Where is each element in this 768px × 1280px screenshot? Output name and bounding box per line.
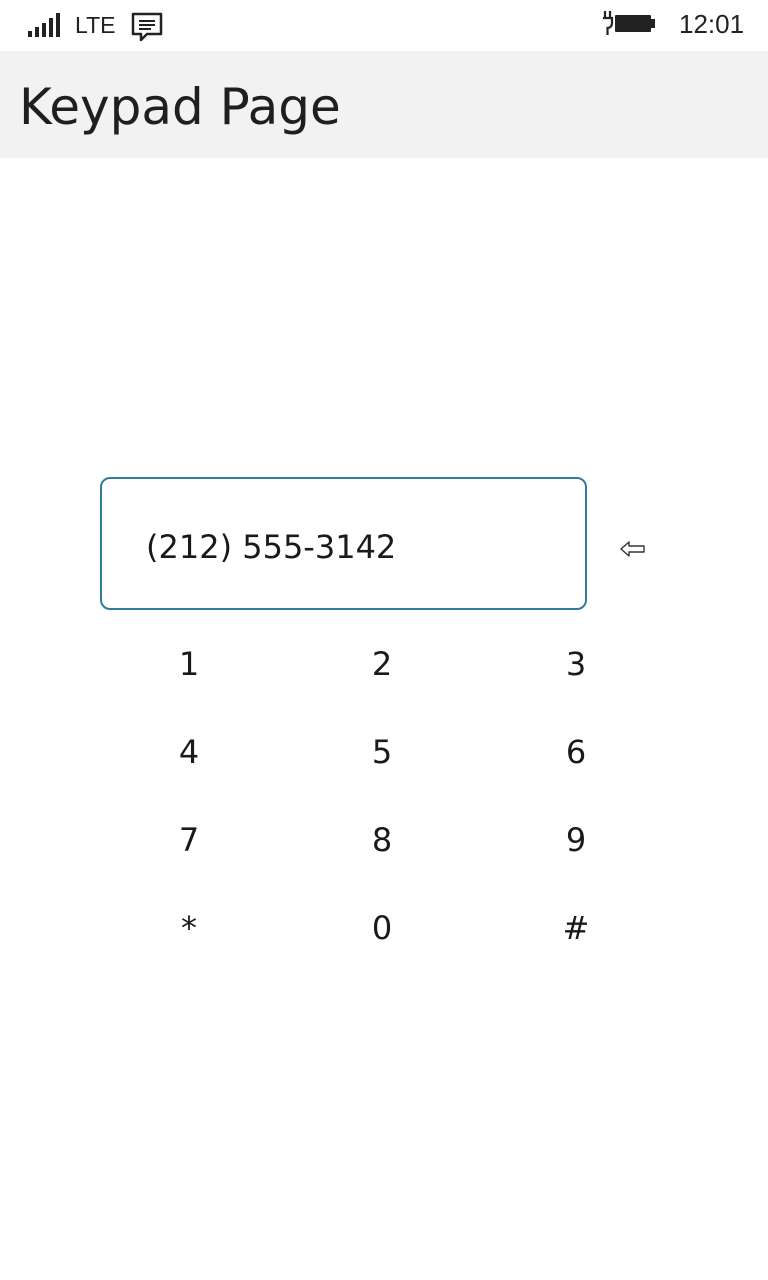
page-header: Keypad Page: [0, 51, 768, 158]
backspace-arrow-icon: [620, 541, 645, 557]
battery-charging-icon: [603, 11, 655, 35]
clock: 12:01: [679, 9, 745, 39]
key-2[interactable]: 2: [284, 620, 480, 708]
key-3[interactable]: 3: [478, 620, 674, 708]
key-1[interactable]: 1: [91, 620, 287, 708]
phone-number-text: (212) 555-3142: [146, 528, 397, 566]
network-type-label: LTE: [75, 12, 116, 38]
key-5[interactable]: 5: [284, 708, 480, 796]
key-8[interactable]: 8: [284, 796, 480, 884]
phone-number-display: (212) 555-3142: [100, 477, 587, 610]
key-6[interactable]: 6: [478, 708, 674, 796]
key-4[interactable]: 4: [91, 708, 287, 796]
page-title: Keypad Page: [19, 78, 341, 136]
backspace-button[interactable]: [608, 524, 658, 574]
message-icon: [131, 12, 163, 42]
key-star[interactable]: *: [91, 884, 287, 972]
key-7[interactable]: 7: [91, 796, 287, 884]
key-9[interactable]: 9: [478, 796, 674, 884]
key-hash[interactable]: #: [478, 884, 674, 972]
signal-strength-icon: [28, 13, 62, 37]
status-bar: LTE 12:01: [0, 0, 768, 51]
key-0[interactable]: 0: [284, 884, 480, 972]
